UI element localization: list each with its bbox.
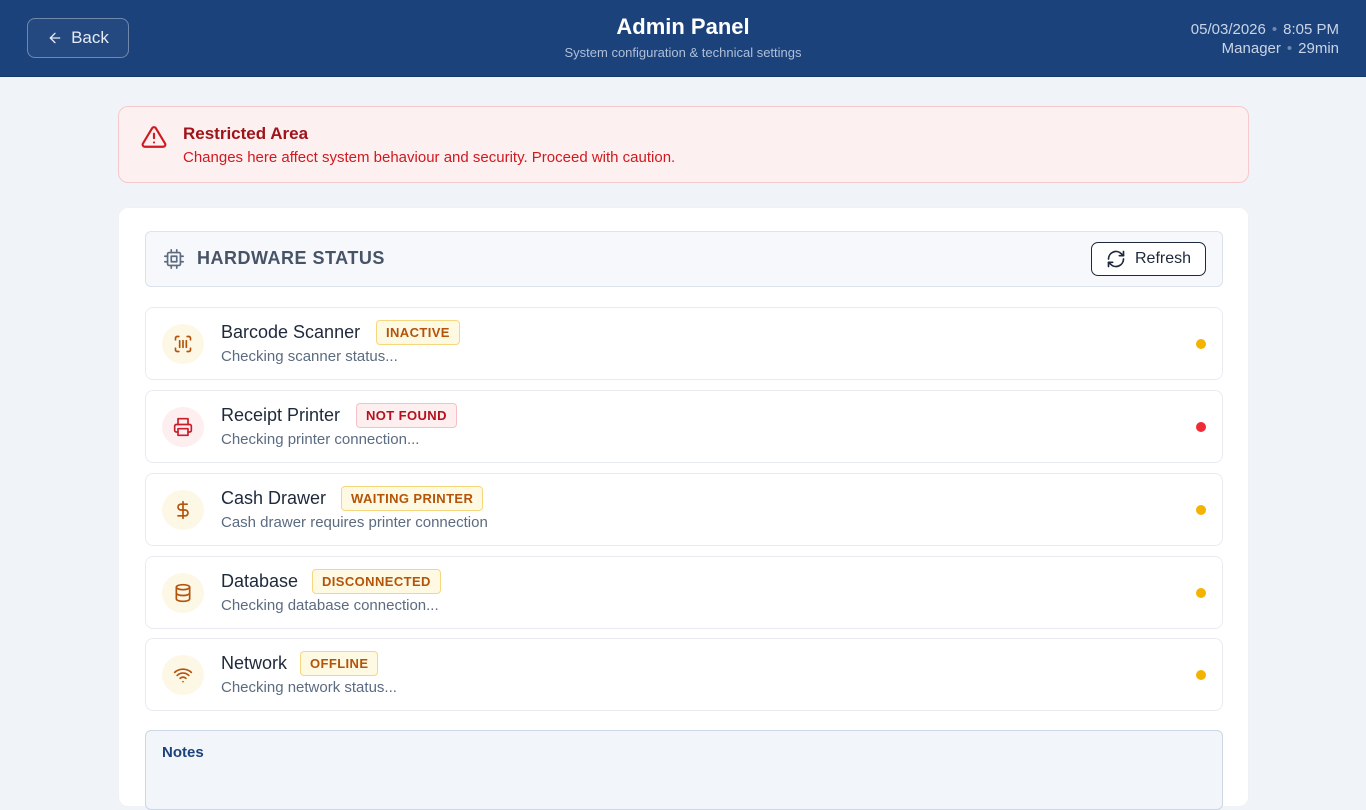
device-row-receipt-printer: Receipt Printer NOT FOUND Checking print… (145, 390, 1223, 463)
status-badge: INACTIVE (376, 320, 460, 345)
device-name: Network (221, 653, 288, 673)
notes-panel: Notes (145, 730, 1223, 810)
status-indicator-dot (1196, 670, 1206, 680)
database-icon (162, 573, 204, 613)
device-name: Receipt Printer (221, 405, 341, 425)
meta-separator: • (1286, 40, 1293, 57)
alert-message: Changes here affect system behaviour and… (183, 149, 676, 166)
device-row-database: Database DISCONNECTED Checking database … (145, 556, 1223, 629)
device-name: Database (221, 571, 299, 591)
status-indicator-dot (1196, 588, 1206, 598)
device-detail: Cash drawer requires printer connection (221, 514, 488, 531)
device-name: Cash Drawer (221, 488, 327, 508)
status-badge: WAITING PRINTER (341, 486, 484, 511)
status-indicator-dot (1196, 422, 1206, 432)
top-header: Back Admin Panel System configuration & … (0, 0, 1366, 77)
device-name: Barcode Scanner (221, 322, 361, 342)
hardware-status-card: HARDWARE STATUS Refresh Barcode Scanner … (118, 207, 1249, 810)
refresh-button[interactable]: Refresh (1091, 242, 1206, 276)
section-title: HARDWARE STATUS (197, 248, 385, 268)
refresh-icon (1107, 250, 1125, 268)
refresh-button-label: Refresh (1134, 250, 1192, 267)
device-detail: Checking printer connection... (221, 431, 420, 448)
page-title: Admin Panel (616, 14, 750, 39)
status-badge: NOT FOUND (356, 403, 457, 428)
hardware-section-header: HARDWARE STATUS Refresh (145, 231, 1223, 287)
notes-title: Notes (162, 744, 204, 761)
status-badge: OFFLINE (300, 651, 379, 676)
current-time: 8:05 PM (1283, 21, 1339, 38)
status-indicator-dot (1196, 339, 1206, 349)
session-duration: 29min (1298, 40, 1339, 57)
dollar-icon (162, 490, 204, 530)
barcode-scan-icon (162, 324, 204, 364)
meta-separator: • (1271, 21, 1278, 38)
device-detail: Checking network status... (221, 679, 397, 696)
device-row-barcode-scanner: Barcode Scanner INACTIVE Checking scanne… (145, 307, 1223, 380)
status-badge: DISCONNECTED (312, 569, 441, 594)
wifi-icon (162, 655, 204, 695)
device-row-network: Network OFFLINE Checking network status.… (145, 638, 1223, 711)
alert-title: Restricted Area (183, 124, 309, 143)
warning-triangle-icon (141, 126, 167, 148)
restricted-area-alert: Restricted Area Changes here affect syst… (118, 106, 1249, 183)
current-date: 05/03/2026 (1190, 21, 1266, 38)
page-subtitle: System configuration & technical setting… (564, 45, 802, 60)
cpu-chip-icon (164, 249, 184, 269)
printer-icon (162, 407, 204, 447)
device-detail: Checking scanner status... (221, 348, 398, 365)
device-detail: Checking database connection... (221, 597, 439, 614)
device-row-cash-drawer: Cash Drawer WAITING PRINTER Cash drawer … (145, 473, 1223, 546)
user-role: Manager (1221, 40, 1281, 57)
arrow-left-icon (49, 32, 61, 44)
status-indicator-dot (1196, 505, 1206, 515)
session-meta: 05/03/2026 • 8:05 PM Manager • 29min (1191, 20, 1339, 58)
back-button-label: Back (71, 28, 109, 47)
back-button[interactable]: Back (27, 18, 129, 58)
